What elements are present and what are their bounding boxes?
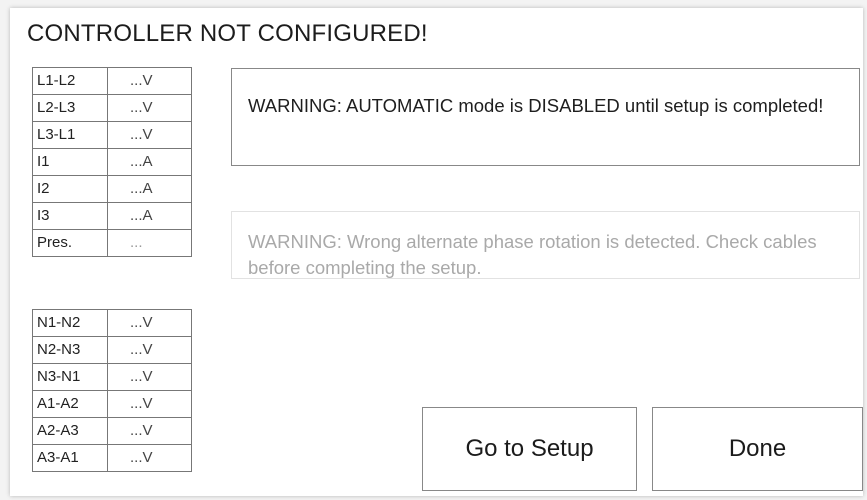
table-row: I1 ...A — [32, 148, 192, 176]
phase-rotation-warning-text: WARNING: Wrong alternate phase rotation … — [248, 231, 817, 278]
page-title: CONTROLLER NOT CONFIGURED! — [27, 20, 428, 47]
reading-value: ...V — [107, 390, 192, 418]
table-row: L2-L3 ...V — [32, 94, 192, 122]
reading-label: L1-L2 — [32, 67, 108, 95]
reading-label: Pres. — [32, 229, 108, 257]
reading-value: ...V — [107, 121, 192, 149]
done-button[interactable]: Done — [652, 407, 863, 491]
table-row: A3-A1 ...V — [32, 444, 192, 472]
table-row: A2-A3 ...V — [32, 417, 192, 445]
reading-label: A3-A1 — [32, 444, 108, 472]
reading-label: A1-A2 — [32, 390, 108, 418]
table-row: A1-A2 ...V — [32, 390, 192, 418]
aux-readings-table: N1-N2 ...V N2-N3 ...V N3-N1 ...V A1-A2 .… — [32, 309, 192, 472]
reading-label: I2 — [32, 175, 108, 203]
reading-label: I1 — [32, 148, 108, 176]
table-row: Pres. ... — [32, 229, 192, 257]
reading-value: ...A — [107, 202, 192, 230]
automatic-disabled-warning-box: WARNING: AUTOMATIC mode is DISABLED unti… — [231, 68, 860, 166]
table-row: L1-L2 ...V — [32, 67, 192, 95]
reading-value: ...V — [107, 94, 192, 122]
reading-value: ...V — [107, 336, 192, 364]
table-row: N2-N3 ...V — [32, 336, 192, 364]
automatic-disabled-warning-text: WARNING: AUTOMATIC mode is DISABLED unti… — [248, 95, 824, 116]
reading-value: ...A — [107, 175, 192, 203]
reading-label: L3-L1 — [32, 121, 108, 149]
reading-label: N3-N1 — [32, 363, 108, 391]
go-to-setup-button[interactable]: Go to Setup — [422, 407, 637, 491]
reading-value: ...A — [107, 148, 192, 176]
table-row: I3 ...A — [32, 202, 192, 230]
reading-value: ...V — [107, 363, 192, 391]
reading-value: ... — [107, 229, 192, 257]
table-row: I2 ...A — [32, 175, 192, 203]
reading-label: I3 — [32, 202, 108, 230]
reading-label: N2-N3 — [32, 336, 108, 364]
table-row: N3-N1 ...V — [32, 363, 192, 391]
reading-value: ...V — [107, 67, 192, 95]
main-readings-table: L1-L2 ...V L2-L3 ...V L3-L1 ...V I1 ...A… — [32, 67, 192, 257]
table-row: N1-N2 ...V — [32, 309, 192, 337]
reading-value: ...V — [107, 417, 192, 445]
phase-rotation-warning-box: WARNING: Wrong alternate phase rotation … — [231, 211, 860, 279]
reading-label: L2-L3 — [32, 94, 108, 122]
reading-label: N1-N2 — [32, 309, 108, 337]
reading-value: ...V — [107, 309, 192, 337]
reading-label: A2-A3 — [32, 417, 108, 445]
table-row: L3-L1 ...V — [32, 121, 192, 149]
reading-value: ...V — [107, 444, 192, 472]
